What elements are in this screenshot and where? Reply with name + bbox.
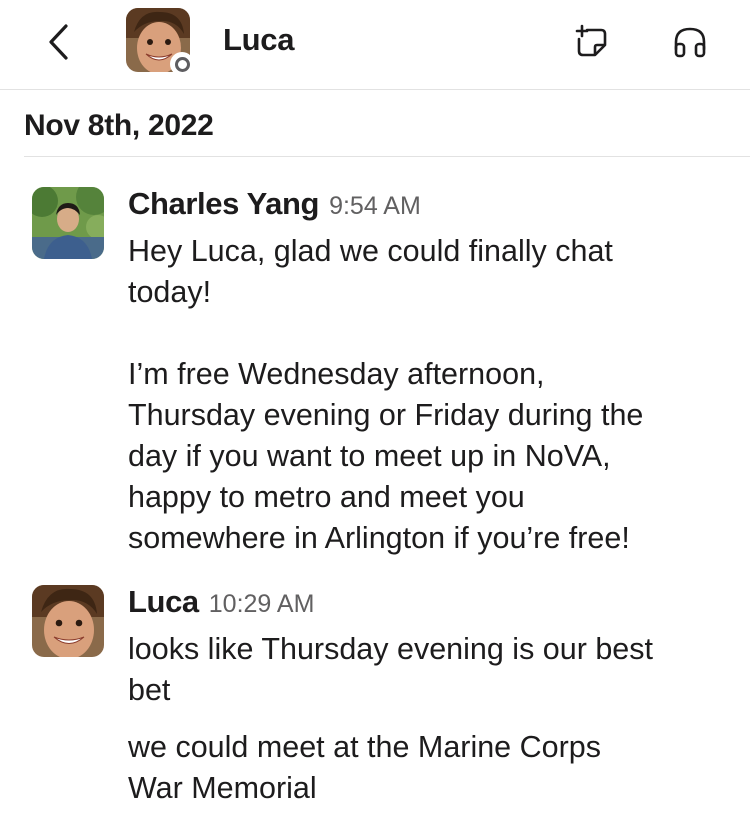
chevron-left-icon [49,24,68,60]
headphones-icon [674,27,706,58]
date-divider: Nov 8th, 2022 [24,92,750,157]
message-paragraph: Hey Luca, glad we could finally chat tod… [128,234,613,309]
message-sender[interactable]: Luca 10:29 AM [128,584,314,620]
message[interactable]: Luca 10:29 AM looks like Thursday evening… [0,584,750,819]
conversation-header: Luca [0,0,750,90]
avatar-charles-yang[interactable] [32,187,104,259]
avatar-luca[interactable] [32,585,104,657]
huddle-button[interactable] [668,20,712,64]
message-paragraph: we could meet at the Marine Corps War Me… [128,730,601,805]
message-timestamp[interactable]: 10:29 AM [209,590,315,618]
new-canvas-icon [575,24,607,57]
sender-name[interactable]: Luca [128,584,199,619]
back-button[interactable] [38,20,78,64]
message-paragraph: looks like Thursday evening is our best … [128,632,653,707]
presence-indicator [170,52,194,76]
sender-name[interactable]: Charles Yang [128,186,319,221]
message-sender[interactable]: Charles Yang 9:54 AM [128,186,421,222]
conversation-title[interactable]: Luca [223,22,294,58]
date-label: Nov 8th, 2022 [24,109,214,142]
message[interactable]: Charles Yang 9:54 AM Hey Luca, glad we co… [0,186,750,566]
new-canvas-button[interactable] [570,20,614,64]
message-timestamp[interactable]: 9:54 AM [329,192,421,220]
message-paragraph: I’m free Wednesday afternoon, Thursday e… [128,357,644,555]
away-status-icon [174,56,190,72]
